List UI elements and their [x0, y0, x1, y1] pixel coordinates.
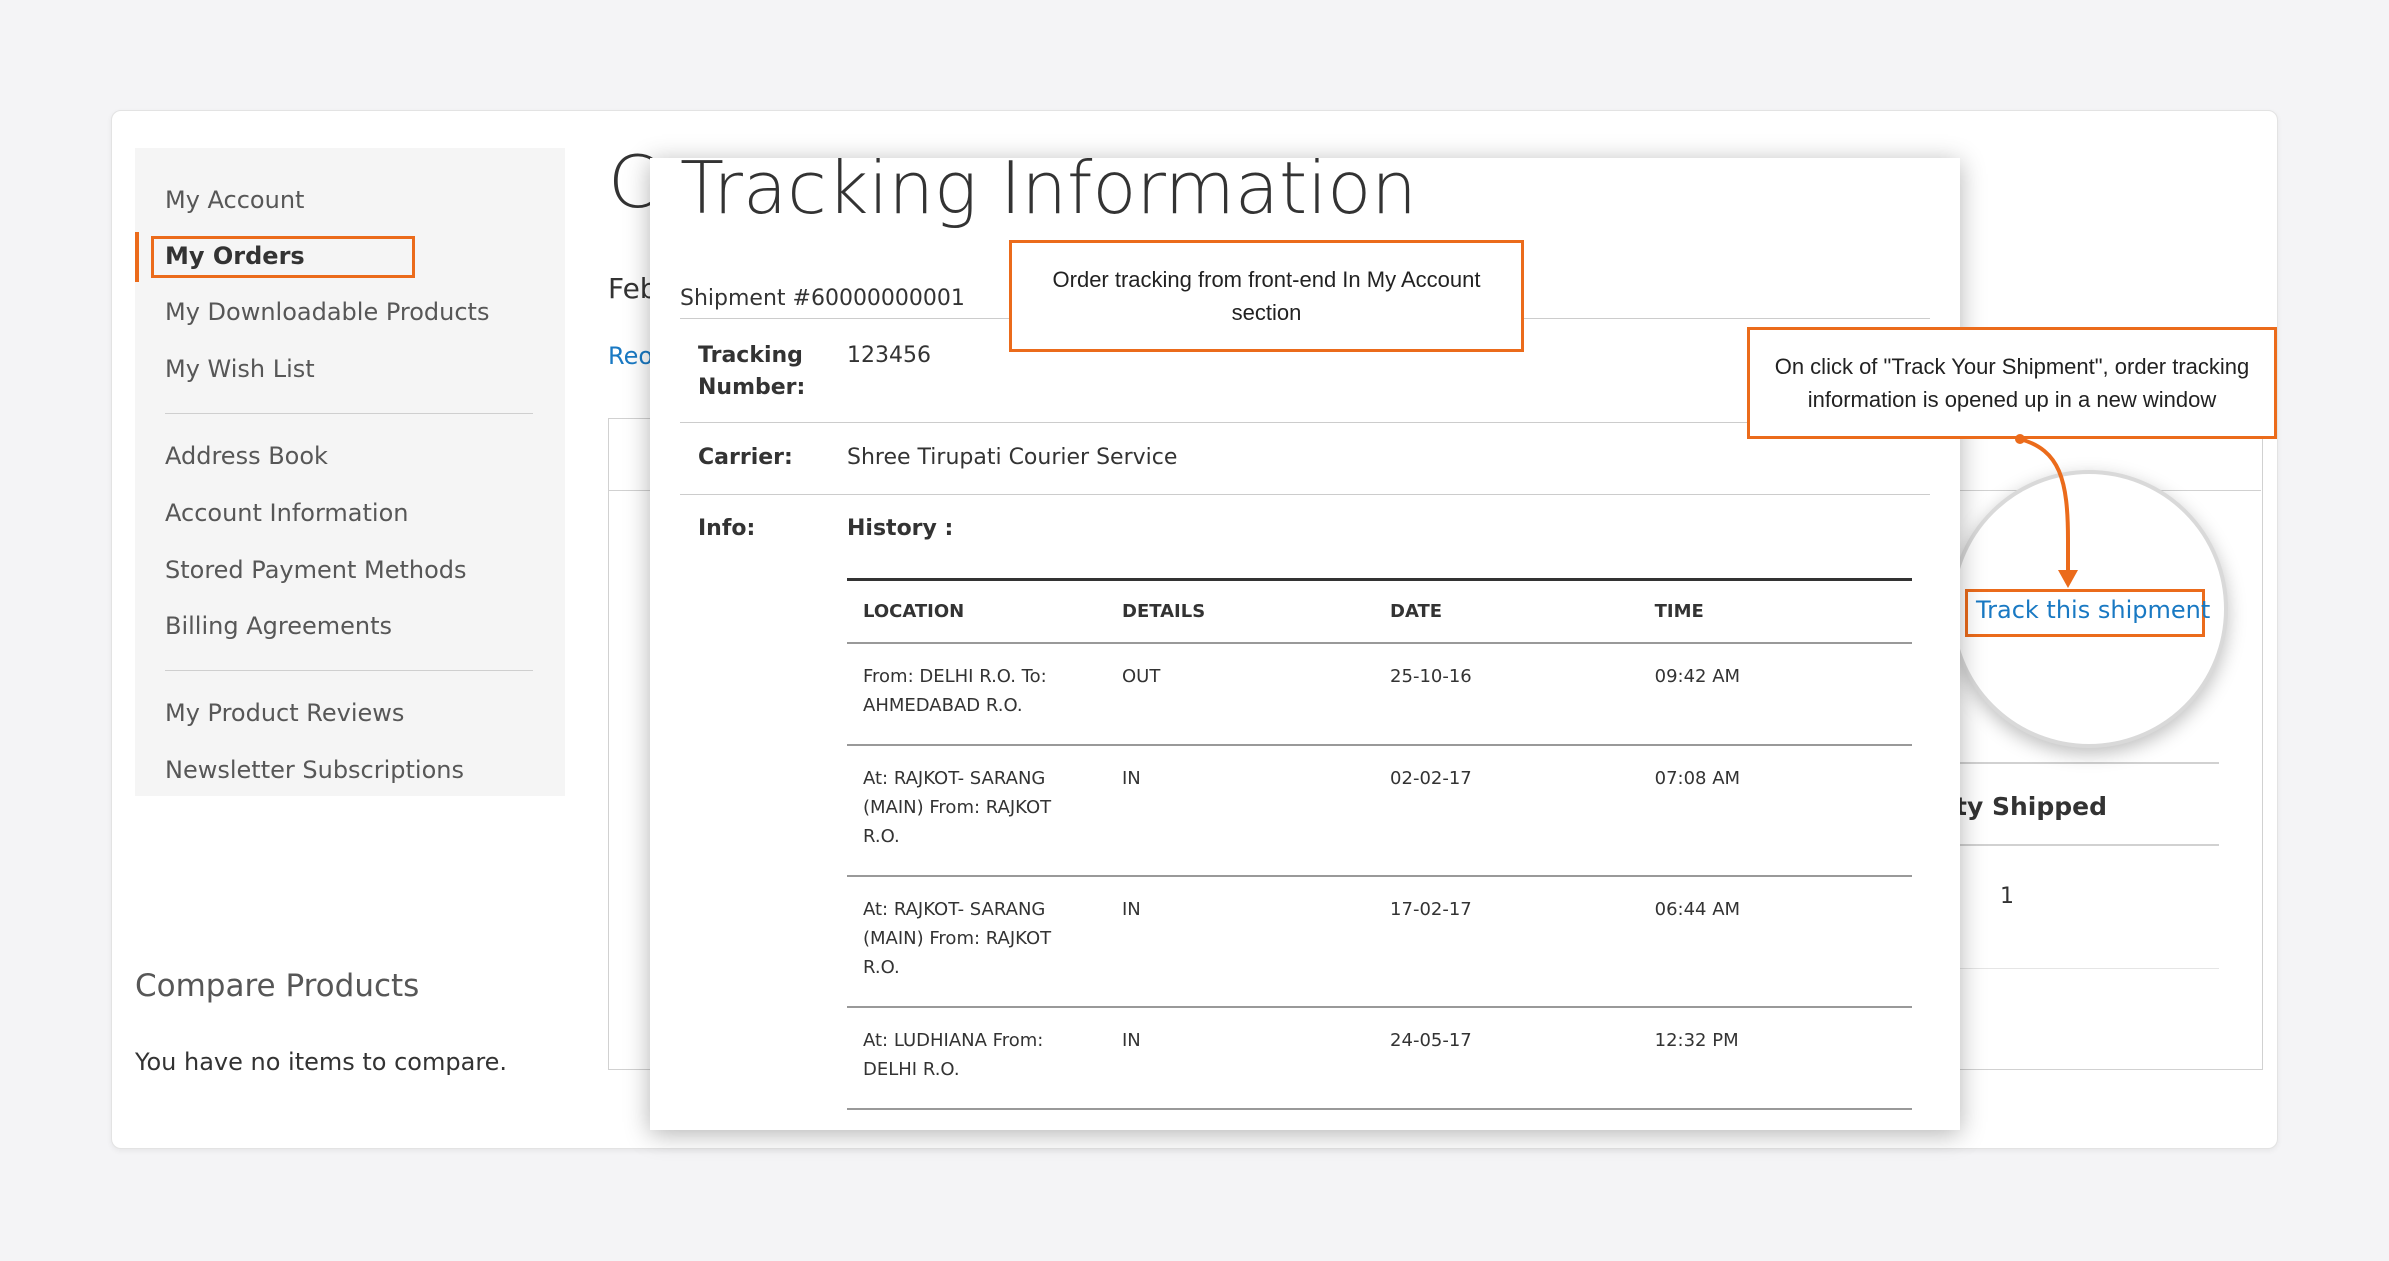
callout-arrow-icon — [2015, 434, 2078, 588]
